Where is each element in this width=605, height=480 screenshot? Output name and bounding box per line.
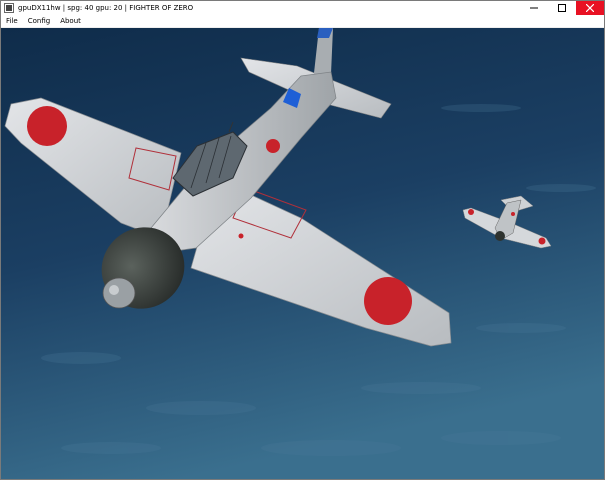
- game-viewport[interactable]: [1, 28, 604, 479]
- game-scene: [1, 28, 604, 479]
- menu-bar: File Config About: [1, 15, 604, 28]
- close-icon: [586, 4, 594, 12]
- distant-roundel-left: [468, 209, 474, 215]
- window-title: gpuDX11hw | spg: 40 gpu: 20 | FIGHTER OF…: [18, 4, 194, 12]
- left-wing-roundel: [27, 106, 67, 146]
- close-button[interactable]: [576, 1, 604, 15]
- app-window: gpuDX11hw | spg: 40 gpu: 20 | FIGHTER OF…: [0, 0, 605, 480]
- spinner-highlight: [109, 285, 119, 295]
- maximize-icon: [558, 4, 566, 12]
- distant-fuselage-roundel: [511, 212, 515, 216]
- minimize-icon: [530, 7, 538, 9]
- menu-file[interactable]: File: [1, 15, 23, 27]
- right-wing-roundel: [364, 277, 412, 325]
- wing-marker: [238, 233, 244, 239]
- menu-config[interactable]: Config: [23, 15, 55, 27]
- app-icon: [4, 3, 14, 13]
- menu-about[interactable]: About: [55, 15, 86, 27]
- distant-cowling: [495, 231, 505, 241]
- window-controls: [520, 1, 604, 15]
- fuselage-roundel: [266, 139, 280, 153]
- minimize-button[interactable]: [520, 1, 548, 15]
- propeller-spinner: [102, 277, 136, 309]
- title-bar[interactable]: gpuDX11hw | spg: 40 gpu: 20 | FIGHTER OF…: [1, 1, 604, 15]
- distant-roundel-right: [538, 237, 546, 245]
- maximize-button[interactable]: [548, 1, 576, 15]
